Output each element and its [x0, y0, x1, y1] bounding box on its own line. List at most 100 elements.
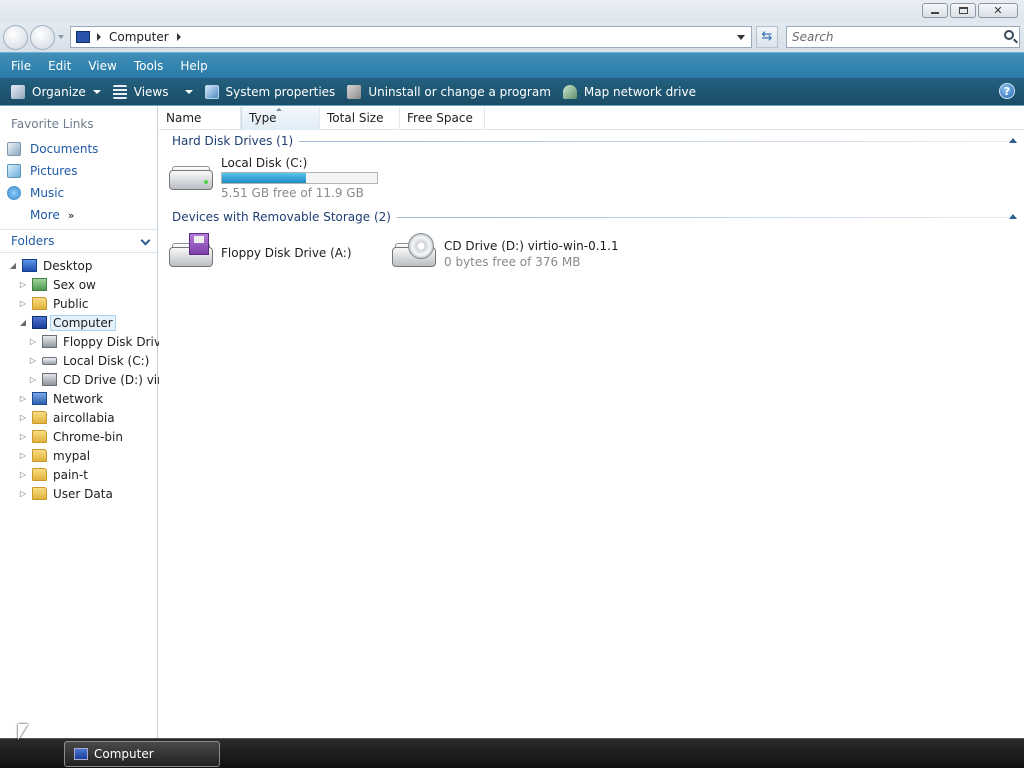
column-total-size[interactable]: Total Size — [320, 107, 400, 130]
breadcrumb-arrow-icon[interactable] — [97, 33, 101, 41]
user-folder-icon — [32, 278, 47, 291]
tree-collapsed-icon[interactable]: ▷ — [28, 356, 38, 365]
organize-label: Organize — [32, 84, 86, 99]
computer-icon — [74, 748, 88, 760]
tree-item[interactable]: ◢ Computer — [18, 313, 116, 332]
group-header-removable[interactable]: Devices with Removable Storage (2) — [172, 209, 1017, 225]
menu-bar: File Edit View Tools Help — [0, 52, 1024, 78]
double-chevron-icon: » — [67, 208, 75, 222]
cd-drive-icon — [390, 233, 438, 273]
tree-item[interactable]: ▷ pain-t — [18, 465, 88, 484]
map-network-drive-button[interactable]: Map network drive — [558, 80, 701, 104]
tree-collapsed-icon[interactable]: ▷ — [18, 451, 28, 460]
tree-collapsed-icon[interactable]: ▷ — [18, 413, 28, 422]
menu-help[interactable]: Help — [174, 55, 213, 77]
help-icon[interactable]: ? — [999, 83, 1015, 99]
maximize-button[interactable] — [950, 3, 976, 18]
favorite-label: Documents — [30, 142, 99, 156]
group-divider — [396, 216, 1017, 218]
organize-button[interactable]: Organize — [6, 80, 106, 104]
chevron-down-icon — [140, 235, 151, 246]
tree-expanded-icon[interactable]: ◢ — [18, 318, 28, 327]
uninstall-program-button[interactable]: Uninstall or change a program — [342, 80, 556, 104]
close-button[interactable]: ✕ — [978, 3, 1018, 18]
tree-item-label: Chrome-bin — [53, 429, 123, 444]
tree-expanded-icon[interactable]: ◢ — [8, 261, 18, 270]
recent-pages-dropdown-icon[interactable] — [58, 35, 64, 39]
tree-item[interactable]: ▷ Sex ow — [18, 275, 96, 294]
system-properties-label: System properties — [225, 84, 336, 99]
breadcrumb-computer[interactable]: Computer — [109, 30, 169, 44]
tree-collapsed-icon[interactable]: ▷ — [28, 375, 38, 384]
tree-collapsed-icon[interactable]: ▷ — [18, 394, 28, 403]
taskbar-window-button[interactable]: Computer — [64, 741, 220, 767]
floppy-icon — [42, 335, 57, 348]
address-bar[interactable]: Computer — [70, 26, 752, 48]
minimize-icon — [931, 11, 939, 14]
favorite-documents[interactable]: Documents — [7, 139, 98, 159]
tree-item[interactable]: ▷ User Data — [18, 484, 113, 503]
address-dropdown-icon[interactable] — [737, 35, 745, 40]
mouse-pointer-icon — [18, 724, 28, 740]
tree-item[interactable]: ◢ Desktop — [8, 256, 93, 275]
documents-icon — [7, 142, 21, 156]
search-box — [786, 26, 1020, 48]
drive-floppy-a[interactable]: Floppy Disk Drive (A:) — [167, 233, 352, 273]
favorite-pictures[interactable]: Pictures — [7, 161, 78, 181]
drive-free-space: 5.51 GB free of 11.9 GB — [221, 186, 364, 200]
drive-cd-d[interactable]: CD Drive (D:) virtio-win-0.1.1 0 bytes f… — [390, 233, 619, 273]
tree-item[interactable]: ▷ mypal — [18, 446, 90, 465]
tree-collapsed-icon[interactable]: ▷ — [18, 432, 28, 441]
tree-item[interactable]: ▷ CD Drive (D:) virtio — [28, 370, 178, 389]
tree-item[interactable]: ▷ Floppy Disk Drive — [28, 332, 168, 351]
refresh-button[interactable]: ⇆ — [756, 26, 778, 48]
collapse-icon[interactable] — [1009, 138, 1017, 143]
map-drive-label: Map network drive — [583, 84, 696, 99]
favorite-label: Music — [30, 186, 65, 200]
drive-name: Floppy Disk Drive (A:) — [221, 246, 352, 260]
tree-collapsed-icon[interactable]: ▷ — [18, 489, 28, 498]
tree-item[interactable]: ▷ Network — [18, 389, 103, 408]
views-button[interactable]: Views — [108, 80, 198, 104]
hard-disk-icon — [167, 156, 215, 196]
tree-item-label: Desktop — [43, 258, 93, 273]
uninstall-icon — [347, 84, 362, 99]
tree-item-label: Computer — [50, 314, 116, 331]
column-name[interactable]: Name — [159, 107, 241, 130]
tree-collapsed-icon[interactable]: ▷ — [28, 337, 38, 346]
search-input[interactable] — [792, 27, 992, 47]
window-controls: ✕ — [922, 3, 1018, 18]
menu-file[interactable]: File — [5, 55, 37, 77]
favorite-music[interactable]: Music — [7, 183, 64, 203]
column-free-space[interactable]: Free Space — [400, 107, 485, 130]
drive-usage-fill — [222, 173, 306, 183]
system-properties-button[interactable]: System properties — [200, 80, 341, 104]
tree-item[interactable]: ▷ aircollabia — [18, 408, 115, 427]
group-header-hard-disks[interactable]: Hard Disk Drives (1) — [172, 133, 1017, 149]
collapse-icon[interactable] — [1009, 214, 1017, 219]
minimize-button[interactable] — [922, 3, 948, 18]
tree-item[interactable]: ▷ Chrome-bin — [18, 427, 123, 446]
tree-item[interactable]: ▷ Public — [18, 294, 89, 313]
network-drive-icon — [562, 84, 577, 99]
more-label: More — [30, 208, 60, 222]
folder-icon — [32, 468, 47, 481]
address-row: Computer ⇆ — [0, 22, 1024, 52]
folders-header[interactable]: Folders — [0, 229, 157, 253]
back-button[interactable] — [3, 25, 28, 50]
tree-item[interactable]: ▷ Local Disk (C:) — [28, 351, 149, 370]
tree-collapsed-icon[interactable]: ▷ — [18, 280, 28, 289]
taskbar-window-label: Computer — [94, 747, 154, 761]
drive-local-disk-c[interactable]: Local Disk (C:) 5.51 GB free of 11.9 GB — [167, 156, 378, 200]
search-icon[interactable] — [1004, 30, 1014, 40]
tree-collapsed-icon[interactable]: ▷ — [18, 470, 28, 479]
favorites-more-link[interactable]: More » — [30, 205, 74, 225]
system-properties-icon — [204, 84, 219, 99]
menu-tools[interactable]: Tools — [128, 55, 170, 77]
floppy-drive-icon — [167, 233, 215, 273]
forward-button[interactable] — [30, 25, 55, 50]
tree-collapsed-icon[interactable]: ▷ — [18, 299, 28, 308]
menu-edit[interactable]: Edit — [42, 55, 77, 77]
menu-view[interactable]: View — [82, 55, 122, 77]
breadcrumb-arrow-icon[interactable] — [176, 33, 181, 41]
